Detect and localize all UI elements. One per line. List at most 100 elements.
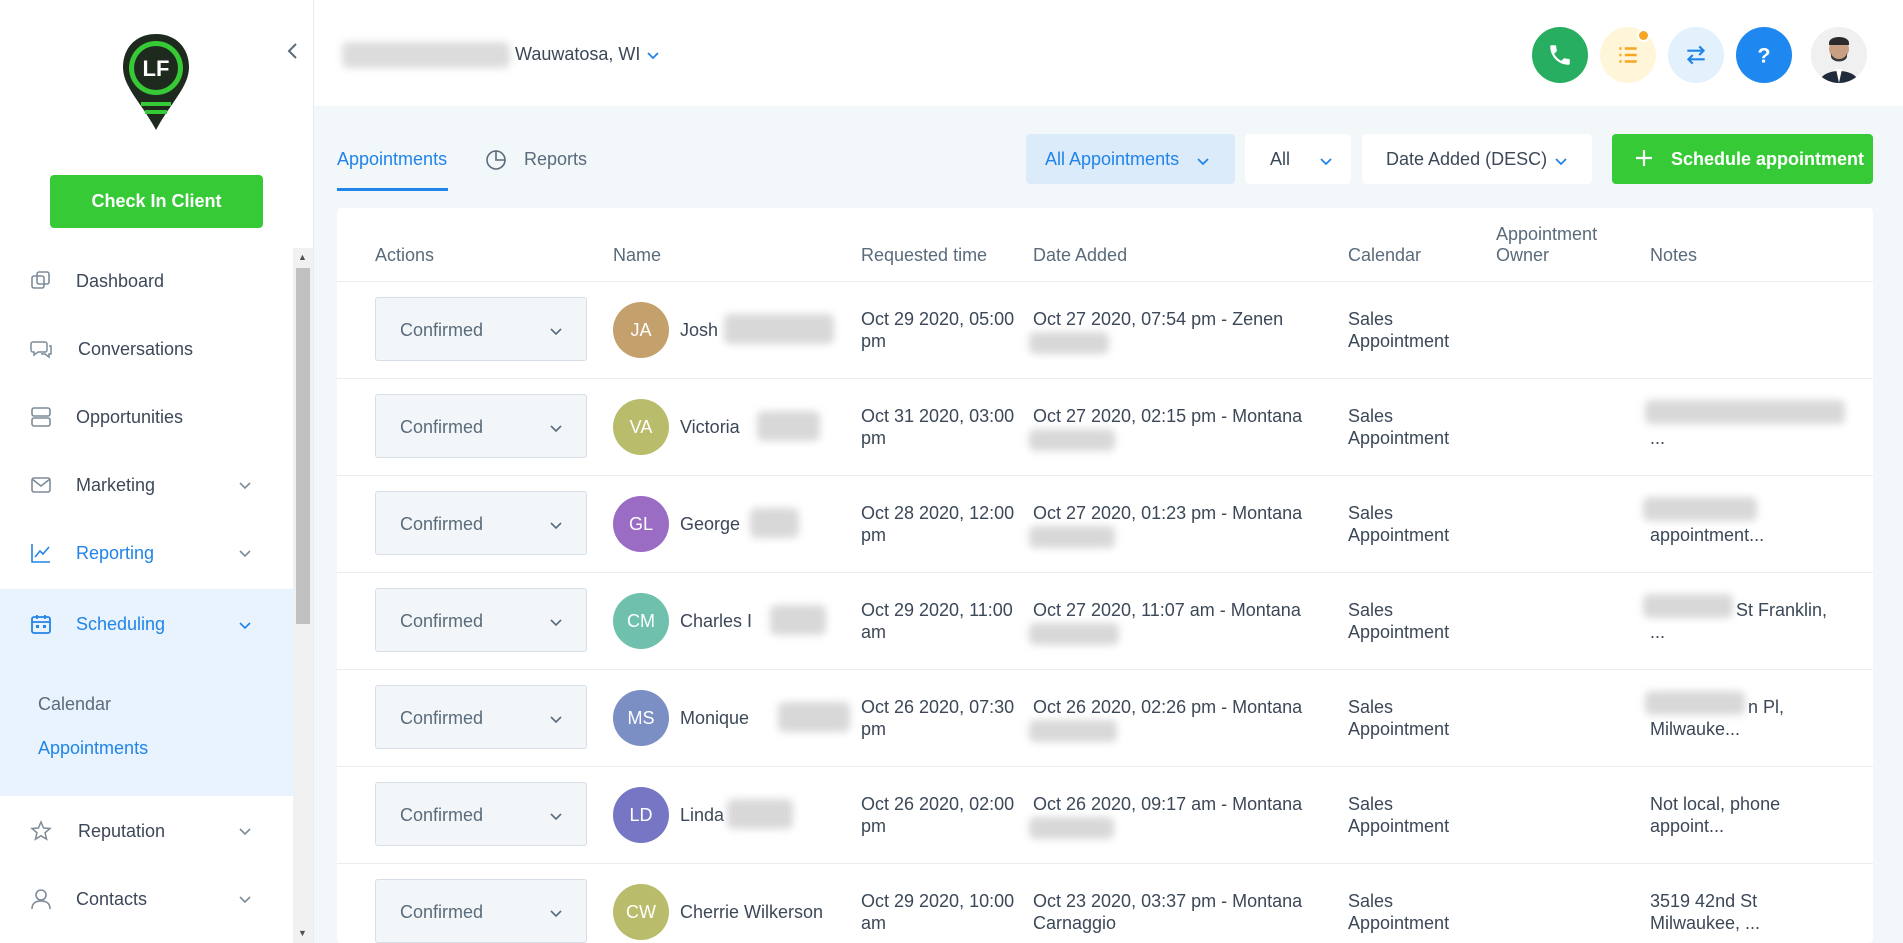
tasks-button[interactable]	[1600, 27, 1656, 83]
status-filter-dropdown[interactable]: All	[1245, 134, 1351, 184]
redacted-added-by	[1029, 332, 1109, 354]
column-header-actions: Actions	[375, 245, 435, 265]
contact-avatar: GL	[613, 496, 669, 552]
date-added-line1: Oct 26 2020, 09:17 am - Montana	[1033, 794, 1303, 814]
sidebar-item-label: Opportunities	[76, 406, 184, 427]
status-dropdown[interactable]: Confirmed	[375, 782, 587, 846]
sidebar-item-conversations[interactable]: Conversations	[0, 316, 293, 382]
status-dropdown[interactable]: Confirmed	[375, 297, 587, 361]
column-header-requested-time: Requested time	[861, 245, 988, 265]
requested-time-line2: pm	[861, 428, 887, 448]
calendar-line2: Appointment	[1348, 816, 1450, 836]
switch-account-button[interactable]	[1668, 27, 1724, 83]
status-filter-value: All	[1270, 148, 1291, 169]
sort-dropdown[interactable]: Date Added (DESC)	[1362, 134, 1592, 184]
date-added-line1: Oct 27 2020, 07:54 pm - Zenen	[1033, 309, 1284, 329]
sidebar-item-contacts[interactable]: Contacts	[0, 866, 293, 932]
collapse-sidebar-icon[interactable]	[286, 40, 300, 66]
chevron-down-icon	[549, 516, 563, 530]
tab-appointments[interactable]: Appointments	[337, 149, 447, 170]
location-name[interactable]: Wauwatosa, WI	[515, 44, 640, 65]
calendar-line2: Appointment	[1348, 913, 1450, 933]
phone-button[interactable]	[1532, 27, 1588, 83]
scroll-down-arrow-icon[interactable]: ▼	[298, 928, 307, 938]
sidebar-item-reputation[interactable]: Reputation	[0, 798, 293, 864]
table-row: Confirmed LD Linda Oct 26 2020, 02:00 pm Oct …	[337, 766, 1873, 864]
date-added-line1: Oct 27 2020, 11:07 am - Montana	[1033, 600, 1301, 620]
company-logo: LF	[121, 32, 191, 132]
chevron-down-icon[interactable]	[646, 48, 660, 62]
schedule-appointment-button[interactable]: Schedule appointment	[1612, 134, 1873, 184]
dashboard-icon	[30, 270, 52, 292]
requested-time-line1: Oct 29 2020, 11:00	[861, 600, 1013, 620]
appointments-table: Actions Name Requested time Date Added C…	[337, 208, 1873, 943]
status-dropdown[interactable]: Confirmed	[375, 491, 587, 555]
contact-name[interactable]: Cherrie Wilkerson	[680, 902, 823, 923]
contact-name[interactable]: Charles I	[680, 611, 752, 632]
sidebar-item-dashboard[interactable]: Dashboard	[0, 248, 293, 314]
contact-name[interactable]: George	[680, 514, 740, 535]
redacted-last-name	[724, 314, 834, 344]
scroll-up-arrow-icon[interactable]: ▲	[298, 252, 307, 262]
sort-value: Date Added (DESC)	[1386, 148, 1548, 169]
status-dropdown[interactable]: Confirmed	[375, 879, 587, 943]
notes-line1: n Pl,	[1748, 697, 1785, 717]
table-row: Confirmed JA Josh Oct 29 2020, 05:00 pm Oct 2…	[337, 281, 1873, 379]
sidebar-item-label: Marketing	[76, 474, 156, 495]
redacted-added-by	[1029, 817, 1114, 839]
requested-time-line2: pm	[861, 331, 887, 351]
requested-time-line1: Oct 31 2020, 03:00	[861, 406, 1015, 426]
phone-icon	[1550, 45, 1570, 65]
contact-name[interactable]: Monique	[680, 708, 749, 729]
envelope-icon	[30, 474, 52, 496]
table-row: Confirmed VA Victoria Oct 31 2020, 03:00 pm O…	[337, 378, 1873, 476]
check-in-client-button[interactable]: Check In Client	[50, 175, 263, 228]
chevron-down-icon	[549, 710, 563, 724]
chevron-down-icon	[238, 824, 252, 838]
user-avatar[interactable]	[1811, 27, 1867, 83]
chevron-down-icon	[549, 613, 563, 627]
requested-time-line1: Oct 29 2020, 10:00	[861, 891, 1015, 911]
chat-bubbles-icon	[30, 338, 52, 360]
column-header-name: Name	[613, 245, 662, 265]
requested-time-line2: pm	[861, 816, 887, 836]
appointment-type-dropdown[interactable]: All Appointments	[1026, 134, 1235, 184]
notes-line2: Milwauke...	[1650, 719, 1741, 739]
status-dropdown[interactable]: Confirmed	[375, 588, 587, 652]
contact-name[interactable]: Linda	[680, 805, 724, 826]
date-added-line1: Oct 27 2020, 02:15 pm - Montana	[1033, 406, 1303, 426]
subnav-item-calendar[interactable]: Calendar	[38, 694, 111, 715]
status-value: Confirmed	[400, 805, 484, 825]
contact-name[interactable]: Josh	[680, 320, 718, 341]
pie-chart-icon[interactable]	[485, 149, 507, 176]
sidebar-item-opportunities[interactable]: Opportunities	[0, 384, 293, 450]
calendar-line1: Sales	[1348, 309, 1394, 329]
sidebar-scrollbar[interactable]: ▲ ▼	[293, 248, 313, 943]
sidebar-item-scheduling[interactable]: Scheduling	[0, 589, 293, 660]
scrollbar-thumb[interactable]	[296, 268, 310, 624]
sidebar-item-reporting[interactable]: Reporting	[0, 520, 293, 586]
table-row: Confirmed MS Monique Oct 26 2020, 07:30 pm Oc…	[337, 669, 1873, 767]
subnav-item-appointments[interactable]: Appointments	[38, 738, 148, 759]
sidebar-item-marketing[interactable]: Marketing	[0, 452, 293, 518]
calendar-line2: Appointment	[1348, 622, 1450, 642]
status-value: Confirmed	[400, 611, 484, 631]
svg-text:?: ?	[1757, 43, 1770, 68]
sidebar-item-label: Reporting	[76, 542, 155, 563]
status-value: Confirmed	[400, 514, 484, 534]
calendar-line1: Sales	[1348, 503, 1394, 523]
tab-reports[interactable]: Reports	[524, 149, 587, 170]
contact-name[interactable]: Victoria	[680, 417, 740, 438]
requested-time-line2: pm	[861, 719, 887, 739]
column-header-calendar: Calendar	[1348, 245, 1422, 265]
status-dropdown[interactable]: Confirmed	[375, 685, 587, 749]
star-icon	[30, 820, 52, 842]
logo-text: LF	[143, 56, 170, 81]
redacted-last-name	[757, 411, 820, 441]
help-button[interactable]: ?	[1736, 27, 1792, 83]
requested-time-line1: Oct 26 2020, 07:30	[861, 697, 1015, 717]
notes-line2: Milwaukee, ...	[1650, 913, 1761, 933]
status-dropdown[interactable]: Confirmed	[375, 394, 587, 458]
appointment-type-value: All Appointments	[1045, 148, 1180, 169]
chevron-down-icon	[238, 892, 252, 906]
